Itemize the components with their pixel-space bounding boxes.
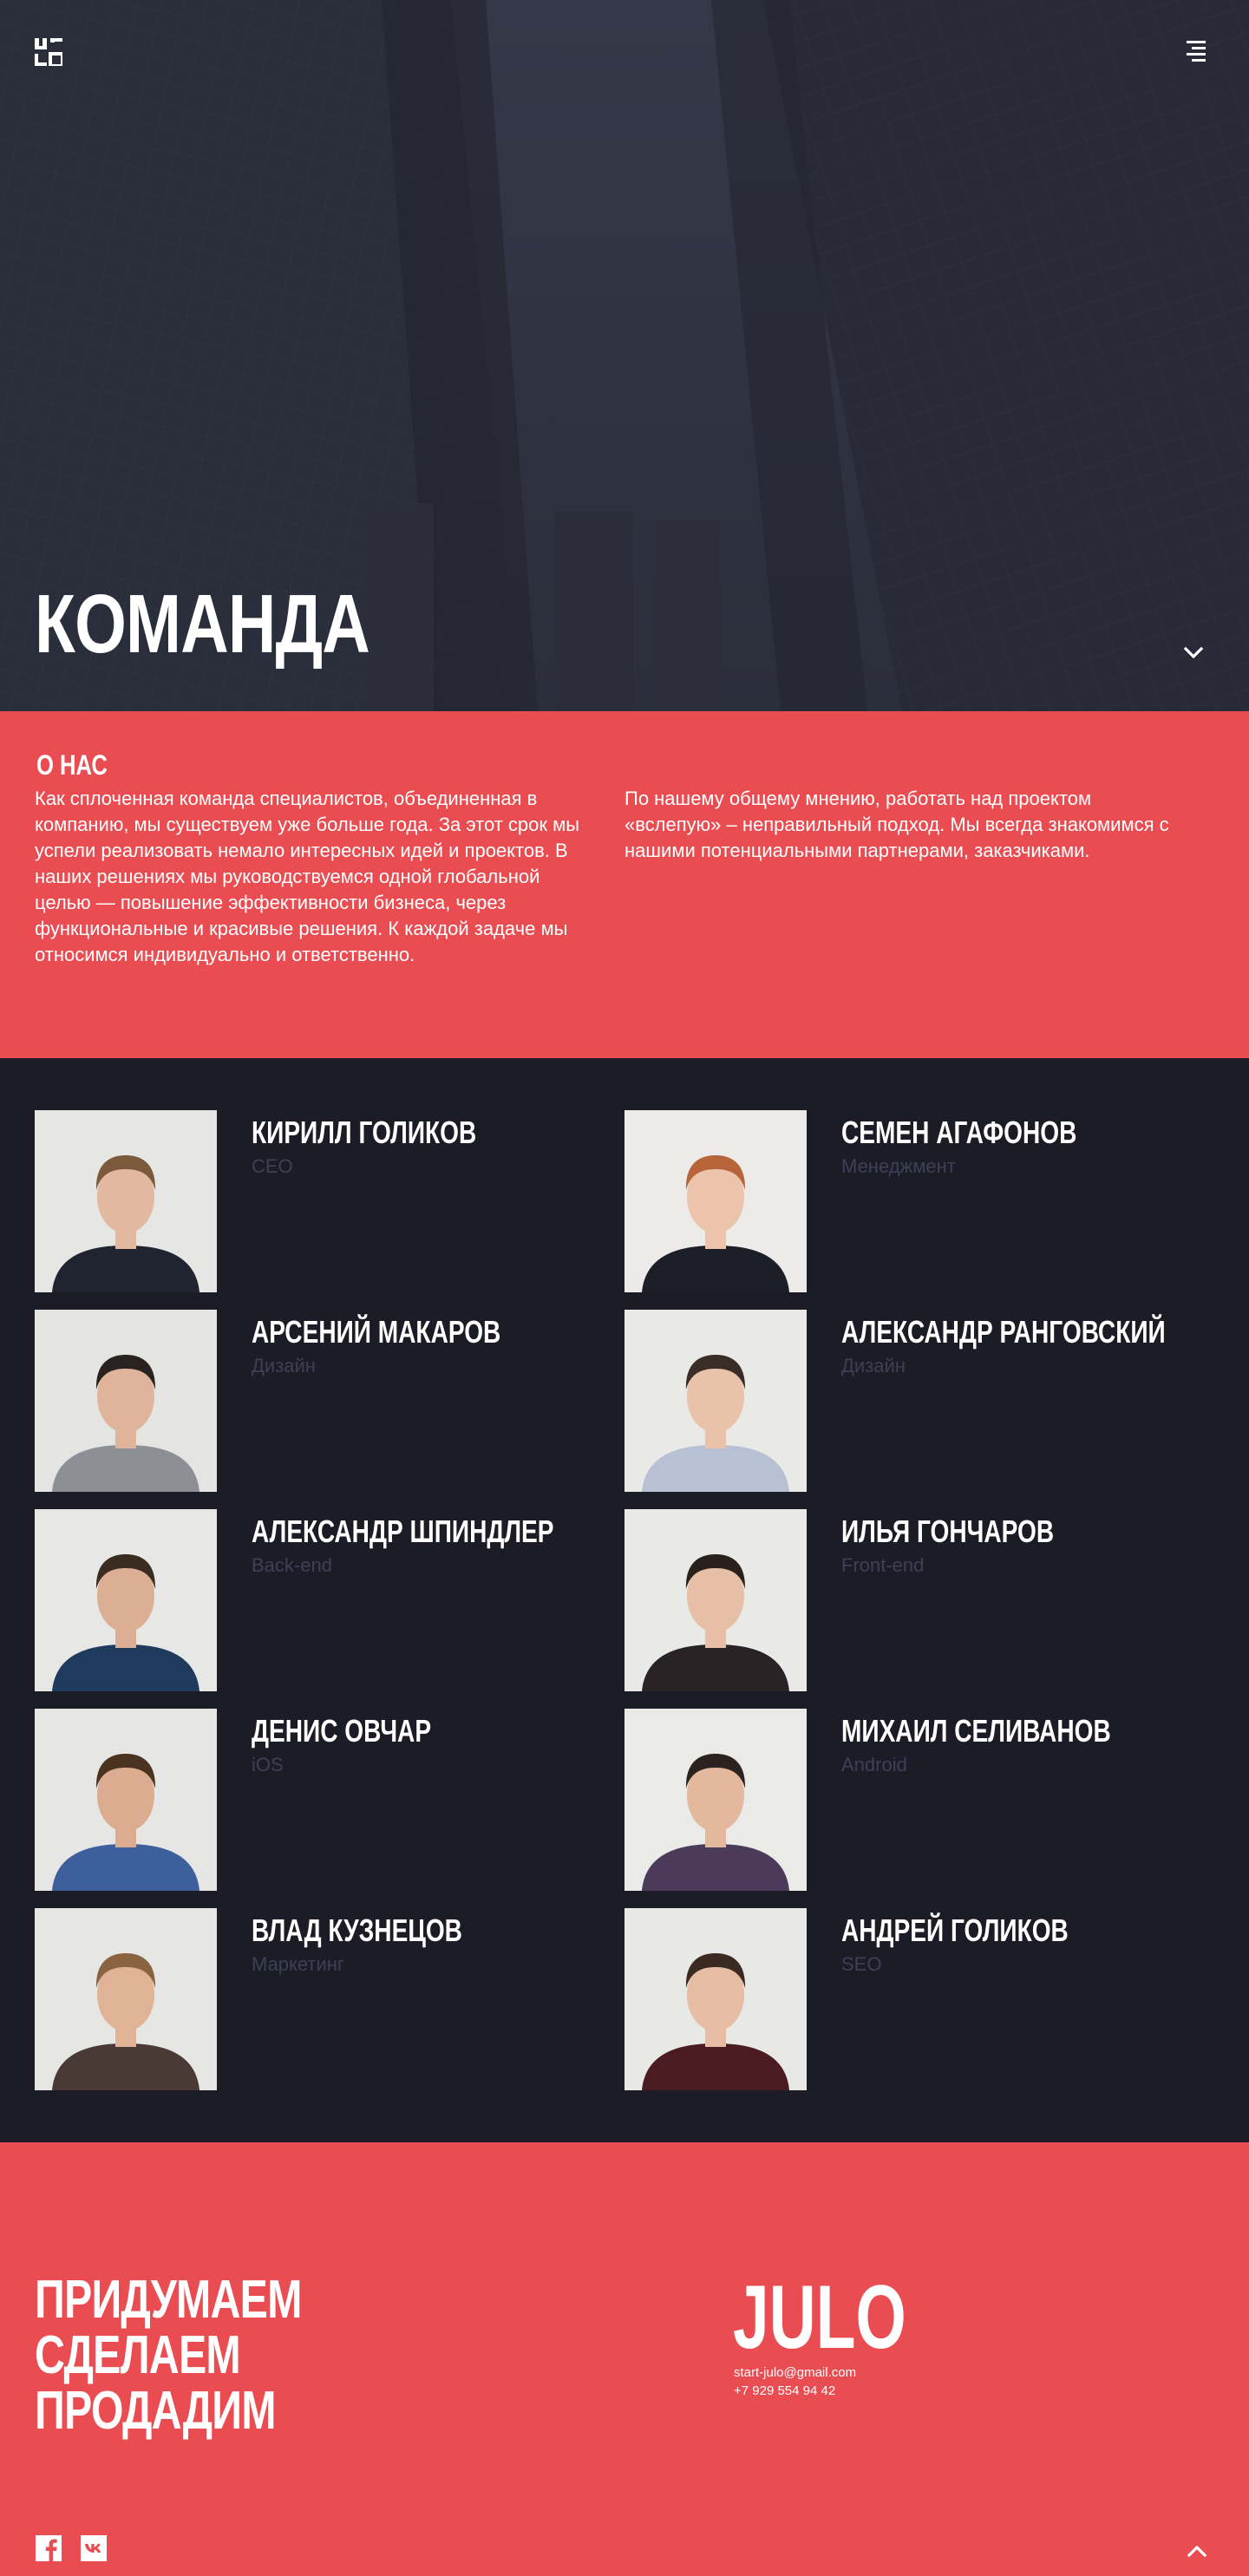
menu-icon[interactable]	[1183, 38, 1209, 64]
chevron-up-icon[interactable]	[1185, 2540, 1209, 2564]
member-photo	[35, 1908, 217, 2090]
slogan-line: ПРОДАДИМ	[35, 2381, 277, 2441]
member-role: Дизайн	[252, 1354, 316, 1376]
member-photo	[624, 1908, 807, 2090]
footer: ПРИДУМАЕМ СДЕЛАЕМ ПРОДАДИМ JULO start-ju…	[0, 2142, 1249, 2576]
member-name: КИРИЛЛ ГОЛИКОВ	[252, 1115, 477, 1150]
member-name: МИХАИЛ СЕЛИВАНОВ	[841, 1713, 1111, 1749]
about-paragraph-1: Как сплоченная команда специалистов, объ…	[35, 788, 580, 965]
member-role: Front-end	[841, 1553, 925, 1576]
slogan-line: ПРИДУМАЕМ	[35, 2270, 302, 2330]
member-role: Менеджмент	[841, 1154, 956, 1177]
team-member-card: АЛЕКСАНДР ШПИНДЛЕР Back-end	[35, 1509, 624, 1691]
footer-brand: JULO	[733, 2267, 906, 2368]
member-role: CEO	[252, 1154, 293, 1177]
slogan-line: СДЕЛАЕМ	[35, 2325, 241, 2385]
email-link[interactable]: start-julo@gmail.com	[734, 2364, 856, 2382]
about-heading: О НАС	[36, 749, 108, 781]
member-photo	[35, 1709, 217, 1891]
member-role: Back-end	[252, 1553, 332, 1576]
footer-slogan: ПРИДУМАЕМ СДЕЛАЕМ ПРОДАДИМ	[35, 2272, 302, 2439]
member-photo	[624, 1110, 807, 1292]
team-member-card: МИХАИЛ СЕЛИВАНОВ Android	[624, 1709, 1214, 1891]
chevron-down-icon[interactable]	[1181, 640, 1206, 664]
member-role: Дизайн	[841, 1354, 906, 1376]
team-grid: КИРИЛЛ ГОЛИКОВ CEO СЕМЕН АГАФОНОВ Менеджмен…	[35, 1110, 1214, 2090]
team-member-card: КИРИЛЛ ГОЛИКОВ CEO	[35, 1110, 624, 1292]
page-title: КОМАНДА	[35, 578, 370, 670]
team-member-card: ДЕНИС ОВЧАР iOS	[35, 1709, 624, 1891]
about-section: О НАС Как сплоченная команда специалисто…	[0, 711, 1249, 1058]
member-name: АНДРЕЙ ГОЛИКОВ	[841, 1912, 1069, 1948]
member-name: АЛЕКСАНДР ШПИНДЛЕР	[252, 1514, 554, 1549]
team-member-card: АЛЕКСАНДР РАНГОВСКИЙ Дизайн	[624, 1310, 1214, 1492]
member-photo	[624, 1509, 807, 1691]
member-name: ИЛЬЯ ГОНЧАРОВ	[841, 1514, 1055, 1549]
member-role: iOS	[252, 1753, 284, 1775]
member-role: Android	[841, 1753, 907, 1775]
team-member-card: СЕМЕН АГАФОНОВ Менеджмент	[624, 1110, 1214, 1292]
julo-logo-icon[interactable]	[35, 38, 64, 68]
member-photo	[35, 1110, 217, 1292]
member-name: ВЛАД КУЗНЕЦОВ	[252, 1912, 462, 1948]
about-paragraph-2: По нашему общему мнению, работать над пр…	[624, 788, 1169, 861]
phone-link[interactable]: +7 929 554 94 42	[734, 2382, 856, 2400]
member-name: ДЕНИС ОВЧАР	[252, 1713, 432, 1749]
member-role: Маркетинг	[252, 1952, 344, 1975]
member-role: SEO	[841, 1952, 882, 1975]
member-photo	[624, 1310, 807, 1492]
member-photo	[624, 1709, 807, 1891]
member-photo	[35, 1509, 217, 1691]
team-member-card: ВЛАД КУЗНЕЦОВ Маркетинг	[35, 1908, 624, 2090]
hero-section: КОМАНДА	[0, 0, 1249, 711]
member-photo	[35, 1310, 217, 1492]
footer-contacts: start-julo@gmail.com +7 929 554 94 42	[734, 2364, 856, 2400]
member-name: СЕМЕН АГАФОНОВ	[841, 1115, 1077, 1150]
facebook-icon[interactable]	[35, 2534, 62, 2562]
team-member-card: АНДРЕЙ ГОЛИКОВ SEO	[624, 1908, 1214, 2090]
team-section: КИРИЛЛ ГОЛИКОВ CEO СЕМЕН АГАФОНОВ Менеджмен…	[0, 1058, 1249, 2142]
team-member-card: АРСЕНИЙ МАКАРОВ Дизайн	[35, 1310, 624, 1492]
member-name: АЛЕКСАНДР РАНГОВСКИЙ	[841, 1314, 1166, 1350]
social-links	[35, 2534, 108, 2562]
vk-icon[interactable]	[80, 2534, 108, 2562]
member-name: АРСЕНИЙ МАКАРОВ	[252, 1314, 501, 1350]
team-member-card: ИЛЬЯ ГОНЧАРОВ Front-end	[624, 1509, 1214, 1691]
